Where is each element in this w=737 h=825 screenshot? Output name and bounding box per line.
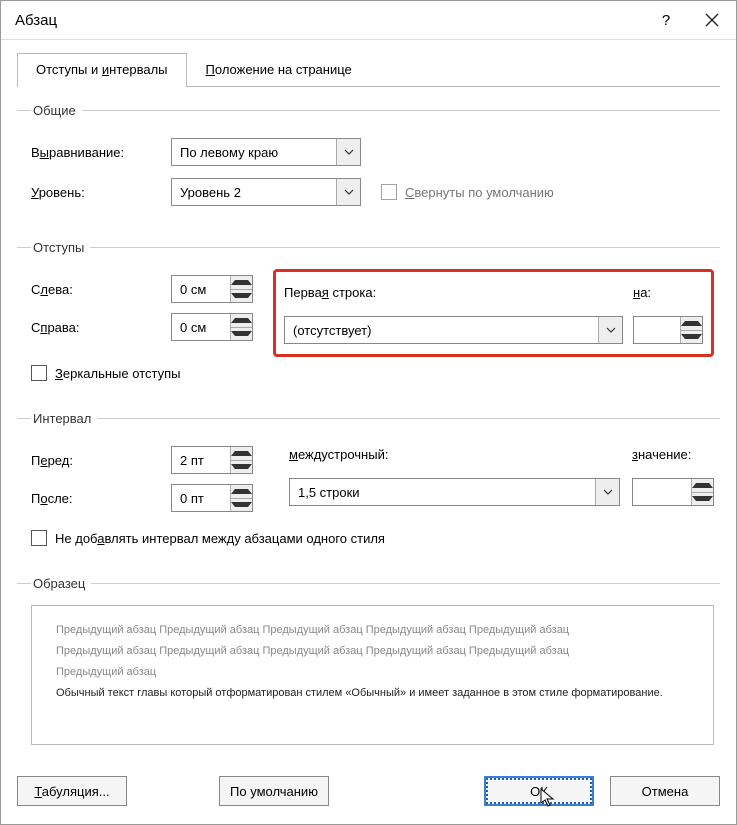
footer: Табуляция... По умолчанию ОК Отмена xyxy=(1,762,736,824)
group-indent: Отступы Слева: 0 см Справа: 0 см xyxy=(17,240,720,393)
chevron-down-icon xyxy=(336,139,360,165)
line-spacing-at-spinner[interactable] xyxy=(632,478,714,506)
line-spacing-select[interactable]: 1,5 строки xyxy=(289,478,620,506)
spin-up-icon[interactable] xyxy=(231,314,252,327)
help-button[interactable]: ? xyxy=(652,9,680,31)
indent-left-label: Слева: xyxy=(31,282,171,297)
collapsed-checkbox xyxy=(381,184,397,200)
spin-down-icon[interactable] xyxy=(681,330,702,344)
spacing-after-label: После: xyxy=(31,491,171,506)
indent-right-value: 0 см xyxy=(180,320,206,335)
tabs-button-label: Табуляция... xyxy=(34,784,109,799)
level-select[interactable]: Уровень 2 xyxy=(171,178,361,206)
spin-up-icon[interactable] xyxy=(231,485,252,498)
spin-down-icon[interactable] xyxy=(231,327,252,341)
first-line-highlight: Первая строка: на: (отсутствует) xyxy=(273,269,714,357)
group-indent-legend: Отступы xyxy=(31,240,90,255)
cancel-button-label: Отмена xyxy=(642,784,689,799)
preview-prev-paragraph: Предыдущий абзац xyxy=(56,662,689,683)
spin-up-icon[interactable] xyxy=(681,317,702,330)
default-button[interactable]: По умолчанию xyxy=(219,776,329,806)
indent-left-spinner[interactable]: 0 см xyxy=(171,275,253,303)
indent-right-spinner[interactable]: 0 см xyxy=(171,313,253,341)
paragraph-dialog: Абзац ? Отступы и интервалы Положение на… xyxy=(0,0,737,825)
preview-prev-paragraph: Предыдущий абзац Предыдущий абзац Предыд… xyxy=(56,641,689,662)
spin-up-icon[interactable] xyxy=(231,447,252,460)
line-spacing-label: междустрочный: xyxy=(289,447,388,462)
first-line-label: Первая строка: xyxy=(284,285,376,300)
close-icon xyxy=(705,13,719,27)
tabs: Отступы и интервалы Положение на страниц… xyxy=(17,52,720,87)
group-preview: Образец Предыдущий абзац Предыдущий абза… xyxy=(17,576,720,749)
tab-indents-label: Отступы и интервалы xyxy=(36,62,168,77)
indent-left-value: 0 см xyxy=(180,282,206,297)
no-space-label: Не добавлять интервал между абзацами одн… xyxy=(55,531,385,546)
spacing-before-value: 2 пт xyxy=(180,453,204,468)
spin-up-icon[interactable] xyxy=(692,479,713,492)
first-line-value: (отсутствует) xyxy=(293,323,371,338)
line-spacing-value: 1,5 строки xyxy=(298,485,360,500)
preview-box: Предыдущий абзац Предыдущий абзац Предыд… xyxy=(31,605,714,745)
alignment-select[interactable]: По левому краю xyxy=(171,138,361,166)
spacing-after-value: 0 пт xyxy=(180,491,204,506)
spin-up-icon[interactable] xyxy=(231,276,252,289)
alignment-label: Выравнивание: xyxy=(31,145,171,160)
dialog-title: Абзац xyxy=(15,12,57,29)
group-spacing: Интервал Перед: 2 пт После: 0 пт xyxy=(17,411,720,558)
spin-down-icon[interactable] xyxy=(692,492,713,506)
default-button-label: По умолчанию xyxy=(230,784,318,799)
group-spacing-legend: Интервал xyxy=(31,411,97,426)
spin-down-icon[interactable] xyxy=(231,289,252,303)
group-general: Общие Выравнивание: По левому краю Урове… xyxy=(17,103,720,222)
collapsed-label: Свернуты по умолчанию xyxy=(405,185,554,200)
first-line-select[interactable]: (отсутствует) xyxy=(284,316,623,344)
first-line-by-spinner[interactable] xyxy=(633,316,703,344)
mirror-indents-label: Зеркальные отступы xyxy=(55,366,180,381)
indent-right-label: Справа: xyxy=(31,320,171,335)
preview-current-paragraph: Обычный текст главы который отформатиров… xyxy=(56,683,689,704)
chevron-down-icon xyxy=(336,179,360,205)
group-general-legend: Общие xyxy=(31,103,82,118)
chevron-down-icon xyxy=(595,479,619,505)
alignment-value: По левому краю xyxy=(180,145,278,160)
no-space-checkbox[interactable] xyxy=(31,530,47,546)
cancel-button[interactable]: Отмена xyxy=(610,776,720,806)
close-button[interactable] xyxy=(698,9,726,31)
spacing-after-spinner[interactable]: 0 пт xyxy=(171,484,253,512)
spacing-before-spinner[interactable]: 2 пт xyxy=(171,446,253,474)
level-label: Уровень: xyxy=(31,185,171,200)
line-spacing-at-label: значение: xyxy=(632,447,714,462)
tabs-button[interactable]: Табуляция... xyxy=(17,776,127,806)
mirror-indents-checkbox[interactable] xyxy=(31,365,47,381)
group-preview-legend: Образец xyxy=(31,576,91,591)
spacing-before-label: Перед: xyxy=(31,453,171,468)
preview-prev-paragraph: Предыдущий абзац Предыдущий абзац Предыд… xyxy=(56,620,689,641)
level-value: Уровень 2 xyxy=(180,185,241,200)
tab-position[interactable]: Положение на странице xyxy=(187,53,371,87)
ok-button-label: ОК xyxy=(530,784,548,799)
spin-down-icon[interactable] xyxy=(231,460,252,474)
ok-button[interactable]: ОК xyxy=(484,776,594,806)
chevron-down-icon xyxy=(598,317,622,343)
spin-down-icon[interactable] xyxy=(231,498,252,512)
first-line-by-label: на: xyxy=(633,285,703,300)
tab-position-label: Положение на странице xyxy=(206,62,352,77)
tab-indents[interactable]: Отступы и интервалы xyxy=(17,53,187,87)
titlebar: Абзац ? xyxy=(1,1,736,40)
